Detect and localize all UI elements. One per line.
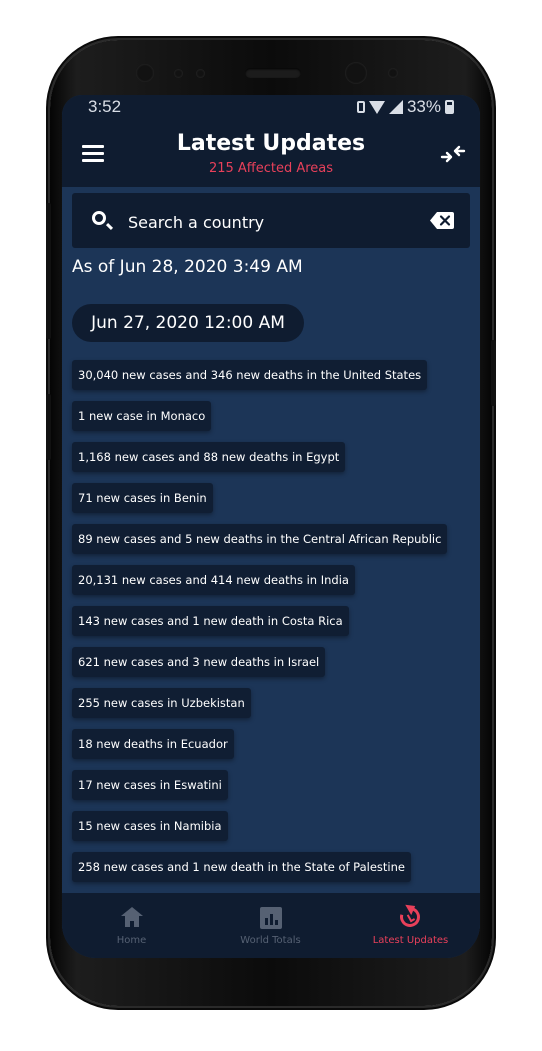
- list-item[interactable]: 258 new cases and 1 new death in the Sta…: [72, 852, 411, 882]
- iris-scanner: [136, 64, 154, 82]
- power-button: [491, 340, 496, 406]
- nav-home[interactable]: Home: [62, 893, 201, 958]
- bar-chart-icon: [260, 907, 282, 929]
- status-time: 3:52: [88, 97, 122, 116]
- home-icon: [121, 907, 143, 929]
- refresh-clock-icon: [396, 903, 424, 931]
- affected-areas-count: 215 Affected Areas: [208, 161, 334, 176]
- search-bar: [72, 193, 470, 248]
- list-item[interactable]: 30,040 new cases and 346 new deaths in t…: [72, 360, 428, 390]
- nav-world-totals-label: World Totals: [240, 935, 301, 946]
- status-bar: 3:52 33%: [62, 95, 480, 121]
- list-item[interactable]: 1,168 new cases and 88 new deaths in Egy…: [72, 442, 346, 472]
- nav-latest-updates[interactable]: Latest Updates: [341, 893, 480, 958]
- status-icons: 33%: [356, 97, 454, 117]
- proximity-sensor: [174, 69, 183, 78]
- sensor-dot: [388, 68, 398, 78]
- battery-icon: [445, 100, 454, 114]
- list-item[interactable]: 255 new cases in Uzbekistan: [72, 688, 251, 718]
- page-title: Latest Updates: [176, 131, 366, 156]
- as-of-timestamp: As of Jun 28, 2020 3:49 AM: [72, 257, 303, 277]
- battery-percent: 33%: [406, 97, 441, 116]
- signal-icon: [388, 100, 403, 114]
- nav-home-label: Home: [116, 935, 147, 946]
- compress-arrows-icon[interactable]: [440, 143, 466, 165]
- date-group-header: Jun 27, 2020 12:00 AM: [72, 304, 304, 342]
- nav-latest-updates-label: Latest Updates: [372, 935, 449, 946]
- light-sensor: [196, 69, 205, 78]
- list-item[interactable]: 17 new cases in Eswatini: [72, 770, 228, 800]
- vibrate-icon: [356, 101, 365, 113]
- earpiece-speaker: [245, 68, 301, 78]
- front-camera: [345, 62, 367, 84]
- search-icon: [92, 211, 106, 225]
- list-item[interactable]: 71 new cases in Benin: [72, 483, 213, 513]
- list-item[interactable]: 89 new cases and 5 new deaths in the Cen…: [72, 524, 448, 554]
- app-screen: 3:52 33% Latest Updates 215 Affected Are…: [62, 95, 480, 958]
- list-item[interactable]: 18 new deaths in Ecuador: [72, 729, 234, 759]
- bixby-button: [46, 203, 51, 339]
- volume-button: [46, 394, 51, 460]
- search-input[interactable]: [126, 207, 420, 237]
- wifi-icon: [368, 100, 385, 114]
- list-item[interactable]: 20,131 new cases and 414 new deaths in I…: [72, 565, 355, 595]
- app-bar: Latest Updates 215 Affected Areas: [62, 121, 480, 187]
- list-item[interactable]: 15 new cases in Namibia: [72, 811, 228, 841]
- nav-world-totals[interactable]: World Totals: [201, 893, 340, 958]
- list-item[interactable]: 143 new cases and 1 new death in Costa R…: [72, 606, 349, 636]
- list-item[interactable]: 621 new cases and 3 new deaths in Israel: [72, 647, 326, 677]
- bottom-navigation: Home World Totals Latest Updates: [62, 893, 480, 958]
- backspace-clear-icon[interactable]: [430, 212, 454, 229]
- list-item[interactable]: 1 new case in Monaco: [72, 401, 212, 431]
